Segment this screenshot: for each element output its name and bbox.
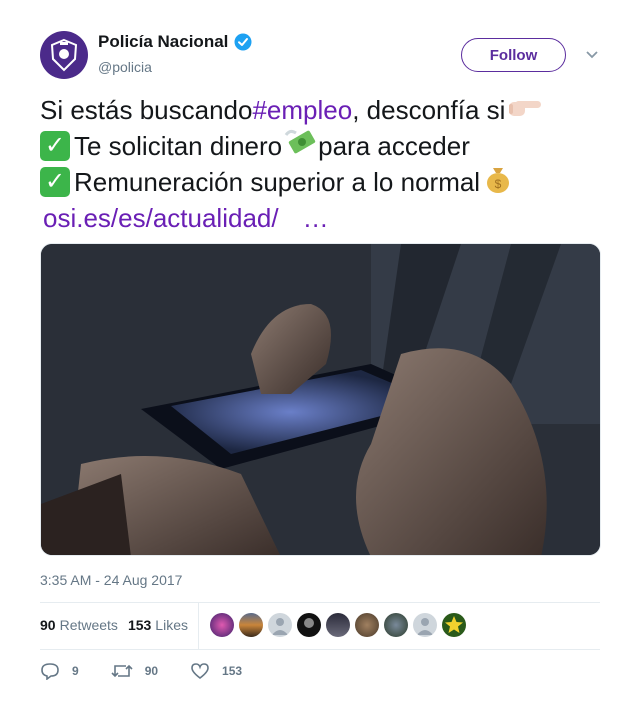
money-bag-icon: $ xyxy=(482,162,514,203)
divider xyxy=(198,603,199,649)
liker-avatars xyxy=(210,613,471,637)
avatar[interactable] xyxy=(442,613,466,637)
retweet-icon xyxy=(111,664,133,678)
account-name-text[interactable]: Policía Nacional xyxy=(98,32,228,52)
like-button[interactable]: 153 xyxy=(190,662,242,680)
money-wings-icon xyxy=(284,127,318,166)
tweet-photo[interactable] xyxy=(40,243,601,556)
retweets-stat[interactable]: 90 Retweets xyxy=(40,617,118,633)
retweet-button[interactable]: 90 xyxy=(111,662,158,680)
phone-in-hands-image xyxy=(41,244,600,555)
engagement-stats: 90 Retweets 153 Likes xyxy=(40,603,198,647)
retweets-label: Retweets xyxy=(59,617,118,633)
police-badge-icon xyxy=(50,38,78,72)
avatar[interactable] xyxy=(239,613,263,637)
tweet-line-3: ✓ Remuneración superior a lo normal $ xyxy=(40,164,620,200)
avatar[interactable] xyxy=(384,613,408,637)
tweet-actions: 9 90 153 xyxy=(40,660,274,682)
url-link[interactable]: osi.es/es/actualidad/ xyxy=(43,200,279,236)
avatar[interactable] xyxy=(326,613,350,637)
heart-icon xyxy=(191,663,209,680)
avatar[interactable] xyxy=(40,31,88,79)
avatar[interactable] xyxy=(355,613,379,637)
divider xyxy=(40,649,600,650)
likes-label: Likes xyxy=(155,617,188,633)
tweet-text-segment: Si estás buscando xyxy=(40,95,253,125)
account-handle[interactable]: @policia xyxy=(98,59,152,75)
tweet-text-segment: para acceder xyxy=(318,131,470,161)
avatar[interactable] xyxy=(413,613,437,637)
chevron-down-icon[interactable] xyxy=(584,46,600,62)
likes-count: 153 xyxy=(127,617,152,633)
ellipsis-link[interactable]: … xyxy=(303,200,329,236)
reply-count: 9 xyxy=(72,664,79,678)
like-count: 153 xyxy=(222,664,243,678)
check-icon: ✓ xyxy=(40,167,70,197)
svg-text:$: $ xyxy=(495,177,502,191)
tweet-line-2: ✓ Te solicitan dinero para acceder xyxy=(40,128,620,164)
tweet-timestamp[interactable]: 3:35 AM - 24 Aug 2017 xyxy=(40,572,182,588)
avatar[interactable] xyxy=(210,613,234,637)
tweet-line-1: Si estás buscando #empleo , desconfía si xyxy=(40,92,620,128)
hashtag-link[interactable]: #empleo xyxy=(252,92,352,128)
retweets-count: 90 xyxy=(40,617,56,633)
reply-button[interactable]: 9 xyxy=(40,662,79,680)
verified-icon xyxy=(234,33,252,51)
follow-button[interactable]: Follow xyxy=(461,38,566,72)
tweet-text-segment: , desconfía si xyxy=(352,95,506,125)
account-name[interactable]: Policía Nacional xyxy=(98,32,252,52)
tweet-text: Si estás buscando #empleo , desconfía si… xyxy=(40,92,620,236)
likes-stat[interactable]: 153 Likes xyxy=(128,617,188,633)
avatar[interactable] xyxy=(268,613,292,637)
tweet-text-segment: Remuneración superior a lo normal xyxy=(74,167,481,197)
tweet-line-4: osi.es/es/actualidad/ … xyxy=(40,200,620,236)
retweet-count: 90 xyxy=(144,664,159,678)
avatar[interactable] xyxy=(297,613,321,637)
tweet-text-segment: Te solicitan dinero xyxy=(74,131,283,161)
pointing-hand-icon xyxy=(507,92,543,128)
check-icon: ✓ xyxy=(40,131,70,161)
reply-icon xyxy=(41,663,59,680)
